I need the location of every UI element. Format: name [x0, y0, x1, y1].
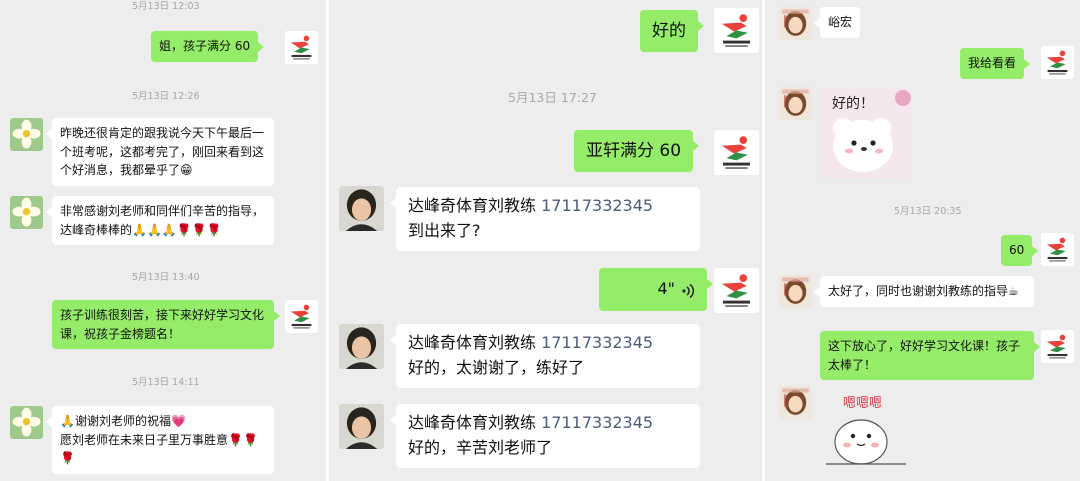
- sticker-blob[interactable]: 嗯嗯嗯: [821, 390, 911, 470]
- voice-wave-icon: [681, 282, 695, 298]
- message-received[interactable]: 达峰奇体育刘教练 17117332345 好的，太谢谢了，练好了: [390, 324, 700, 388]
- message-sent[interactable]: 亚轩满分 60: [574, 130, 700, 173]
- message-sent[interactable]: 姐，孩子满分 60: [151, 31, 265, 62]
- avatar-self[interactable]: [1041, 46, 1074, 79]
- timestamp: 5月13日 13:40: [132, 272, 200, 283]
- sticker-caption: 好的！: [832, 96, 874, 112]
- avatar-parent[interactable]: [10, 118, 43, 151]
- sticker-caption: 嗯嗯嗯: [843, 396, 883, 411]
- sender-name: 达峰奇体育刘教练: [408, 196, 537, 215]
- sticker-puppy[interactable]: 好的！: [821, 88, 911, 178]
- message-received[interactable]: 非常感谢刘老师和同伴们辛苦的指导，达峰奇棒棒的🙏🙏🙏🌹🌹🌹: [46, 196, 274, 246]
- voice-message[interactable]: 4": [599, 268, 713, 311]
- phone-link[interactable]: 17117332345: [541, 333, 653, 352]
- avatar-student[interactable]: [779, 386, 812, 419]
- message-sent[interactable]: 我给看看: [960, 48, 1031, 79]
- timestamp: 5月13日 12:26: [132, 91, 200, 102]
- avatar-self[interactable]: [1041, 330, 1074, 363]
- timestamp: 5月13日 12:03: [132, 1, 200, 12]
- message-received[interactable]: 🙏谢谢刘老师的祝福💗 愿刘老师在未来日子里万事胜意🌹🌹🌹: [46, 406, 274, 474]
- avatar-coach[interactable]: [339, 404, 384, 449]
- message-received[interactable]: 峪宏: [813, 7, 861, 38]
- avatar-student[interactable]: [779, 275, 812, 308]
- voice-duration: 4": [657, 279, 675, 299]
- message-sent[interactable]: 好的: [640, 10, 704, 53]
- message-sent[interactable]: 60: [1001, 235, 1039, 266]
- avatar-student[interactable]: [779, 87, 812, 120]
- message-received[interactable]: 达峰奇体育刘教练 17117332345 到出来了?: [390, 187, 700, 251]
- message-received[interactable]: 达峰奇体育刘教练 17117332345 好的，辛苦刘老师了: [390, 404, 700, 468]
- message-sent[interactable]: 孩子训练很刻苦，接下来好好学习文化课，祝孩子金榜题名！: [52, 300, 280, 350]
- message-sent[interactable]: 这下放心了，好好学习文化课！孩子太棒了！: [820, 331, 1040, 381]
- timestamp: 5月13日 17:27: [508, 90, 597, 105]
- avatar-parent[interactable]: [10, 406, 43, 439]
- avatar-parent[interactable]: [10, 196, 43, 229]
- timestamp: 5月13日 14:11: [132, 377, 200, 388]
- message-received[interactable]: 太好了，同时也谢谢刘教练的指导☕: [814, 276, 1034, 307]
- timestamp: 5月13日 20:35: [894, 206, 962, 217]
- chat-panel-right: 峪宏 我给看看 好的！ 5月13日 20:35 60 太好了，同时也谢谢刘教练的…: [762, 0, 1080, 481]
- phone-link[interactable]: 17117332345: [541, 413, 653, 432]
- avatar-coach[interactable]: [339, 186, 384, 231]
- avatar-student[interactable]: [779, 7, 812, 40]
- avatar-self[interactable]: [285, 31, 318, 64]
- avatar-self[interactable]: [714, 268, 759, 313]
- avatar-self[interactable]: [714, 130, 759, 175]
- avatar-self[interactable]: [1041, 233, 1074, 266]
- phone-link[interactable]: 17117332345: [541, 196, 653, 215]
- sender-name: 达峰奇体育刘教练: [408, 413, 537, 432]
- avatar-coach[interactable]: [339, 324, 384, 369]
- avatar-self[interactable]: [714, 8, 759, 53]
- chat-panel-left: 5月13日 12:03 姐，孩子满分 60 5月13日 12:26 昨晚还很肯定…: [0, 0, 323, 481]
- message-received[interactable]: 昨晚还很肯定的跟我说今天下午最后一个班考呢，这都考完了，刚回来看到这个好消息，我…: [46, 118, 274, 186]
- chat-panel-middle: 好的 5月13日 17:27 亚轩满分 60 达峰奇体育刘教练 17117332…: [326, 0, 762, 481]
- avatar-self[interactable]: [285, 300, 318, 333]
- sender-name: 达峰奇体育刘教练: [408, 333, 537, 352]
